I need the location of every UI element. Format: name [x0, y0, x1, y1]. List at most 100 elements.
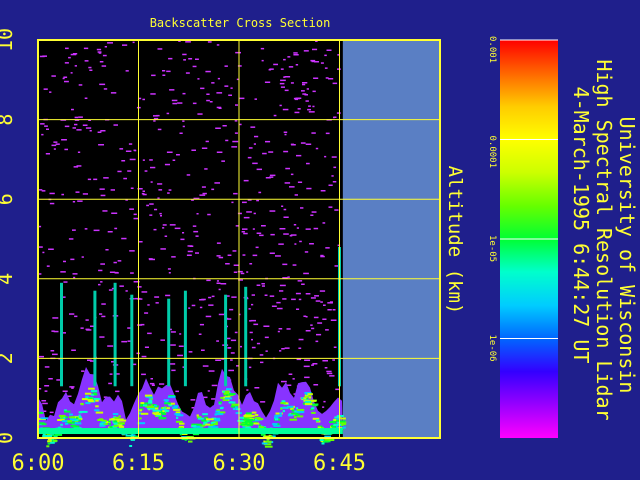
noise-dot [99, 61, 104, 63]
noise-dot [325, 132, 330, 135]
noise-dot [303, 272, 309, 275]
noise-dot [99, 336, 105, 338]
noise-dot [88, 66, 92, 69]
noise-dot [249, 331, 253, 334]
noise-dot [313, 227, 319, 230]
noise-dot [251, 294, 255, 296]
aerosol-speck [280, 407, 283, 410]
noise-dot [102, 54, 107, 57]
noise-dot [279, 284, 286, 287]
noise-dot [232, 140, 239, 143]
aerosol-speck [69, 418, 77, 421]
noise-dot [49, 411, 54, 414]
colorbar-tick-label: 1e-05 [487, 235, 497, 262]
noise-dot [160, 248, 166, 250]
noise-dot [64, 80, 69, 83]
aerosol-speck [140, 412, 149, 415]
noise-dot [99, 188, 105, 190]
noise-dot [78, 84, 83, 86]
aerosol-speck [144, 394, 153, 397]
aerosol-speck [321, 442, 325, 445]
noise-dot [256, 168, 262, 171]
aerosol-speck [219, 407, 224, 410]
noise-dot [52, 317, 59, 319]
noise-dot [227, 347, 232, 349]
noise-dot [180, 238, 185, 241]
noise-dot [300, 207, 304, 209]
noise-dot [157, 128, 162, 131]
noise-dot [211, 295, 215, 298]
noise-dot [72, 229, 76, 231]
aerosol-speck [251, 414, 255, 417]
noise-dot [296, 154, 302, 157]
aerosol-speck [176, 416, 179, 419]
noise-dot [199, 299, 205, 301]
noise-dot [247, 156, 252, 159]
noise-dot [170, 344, 176, 346]
noise-dot [100, 130, 106, 132]
noise-dot [265, 140, 271, 143]
noise-dot [192, 225, 197, 227]
aerosol-speck [204, 423, 210, 426]
noise-dot [288, 66, 294, 68]
noise-dot [70, 72, 73, 74]
noise-dot [179, 333, 182, 335]
noise-dot [221, 160, 225, 162]
noise-dot [69, 313, 75, 315]
noise-dot [215, 359, 222, 361]
noise-dot [329, 375, 335, 377]
noise-dot [240, 272, 245, 275]
y-tick-label: 2 [0, 352, 17, 364]
aerosol-speck [230, 405, 235, 408]
aerosol-speck [251, 411, 257, 414]
noise-dot [195, 252, 199, 254]
noise-dot [60, 271, 66, 273]
noise-dot [290, 173, 294, 176]
aerosol-speck [274, 418, 279, 421]
aerosol-speck [148, 400, 153, 403]
noise-dot [285, 167, 290, 170]
noise-dot [259, 354, 264, 356]
noise-dot [162, 74, 166, 76]
noise-dot [168, 272, 171, 274]
noise-dot [41, 133, 44, 136]
noise-dot [211, 398, 216, 400]
aerosol-speck [287, 405, 294, 408]
noise-dot [185, 41, 191, 43]
aerosol-speck [139, 409, 142, 412]
noise-dot [107, 345, 114, 347]
noise-dot [149, 382, 155, 385]
noise-dot [252, 228, 255, 230]
noise-dot [330, 319, 337, 321]
aerosol-speck [113, 422, 117, 425]
aerosol-speck [95, 405, 99, 408]
noise-dot [182, 53, 187, 56]
aerosol-speck [117, 422, 125, 425]
noise-dot [51, 330, 55, 332]
noise-dot [304, 94, 308, 96]
aerosol-speck [334, 416, 340, 419]
noise-dot [253, 143, 256, 145]
noise-dot [157, 197, 160, 199]
aerosol-speck [274, 414, 283, 417]
noise-dot [202, 192, 207, 195]
aerosol-speck [304, 403, 313, 406]
noise-dot [44, 385, 50, 387]
noise-dot [287, 56, 291, 58]
noise-dot [159, 212, 162, 215]
noise-dot [283, 216, 289, 218]
noise-dot [275, 255, 281, 257]
noise-dot [151, 74, 156, 77]
noise-dot [255, 246, 259, 249]
aerosol-speck [46, 445, 50, 448]
noise-dot [107, 231, 113, 233]
noise-dot [110, 189, 115, 191]
noise-dot [302, 83, 306, 86]
noise-dot [279, 350, 282, 352]
noise-dot [282, 108, 289, 111]
noise-dot [192, 102, 197, 105]
noise-dot [216, 242, 221, 244]
noise-dot [99, 83, 106, 86]
aerosol-speck [202, 413, 208, 416]
noise-dot [243, 216, 250, 219]
